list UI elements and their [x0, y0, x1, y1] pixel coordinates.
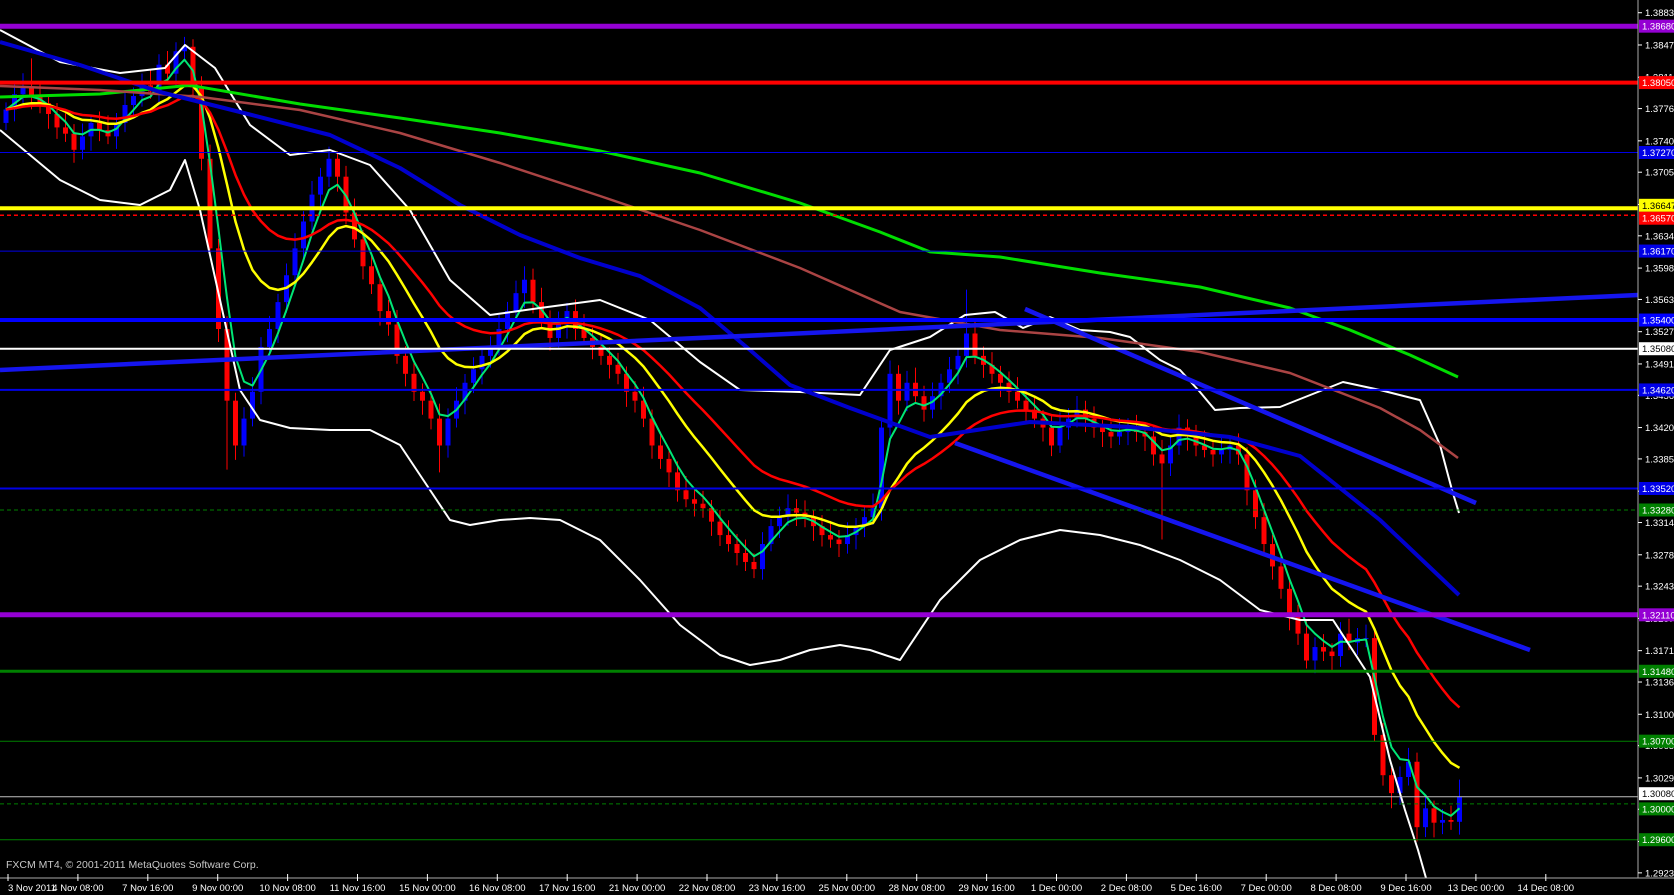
svg-text:1.31000: 1.31000: [1645, 710, 1674, 721]
svg-text:5 Dec 16:00: 5 Dec 16:00: [1171, 883, 1222, 894]
svg-text:3 Nov 2011: 3 Nov 2011: [8, 883, 56, 894]
svg-text:22 Nov 08:00: 22 Nov 08:00: [679, 883, 736, 894]
svg-text:1.36570: 1.36570: [1642, 214, 1674, 225]
svg-text:7 Nov 16:00: 7 Nov 16:00: [122, 883, 173, 894]
svg-text:1.34200: 1.34200: [1645, 423, 1674, 434]
svg-text:1.33140: 1.33140: [1645, 518, 1674, 529]
svg-text:1.29230: 1.29230: [1645, 868, 1674, 879]
svg-text:1.33280: 1.33280: [1642, 505, 1674, 516]
svg-text:1.36647: 1.36647: [1642, 201, 1674, 212]
svg-text:29 Nov 16:00: 29 Nov 16:00: [958, 883, 1015, 894]
svg-text:28 Nov 08:00: 28 Nov 08:00: [888, 883, 945, 894]
svg-text:1.31710: 1.31710: [1645, 646, 1674, 657]
svg-text:1.37760: 1.37760: [1645, 104, 1674, 115]
svg-text:1.32780: 1.32780: [1645, 550, 1674, 561]
svg-text:1.34910: 1.34910: [1645, 359, 1674, 370]
svg-text:21 Nov 00:00: 21 Nov 00:00: [609, 883, 666, 894]
svg-text:17 Nov 16:00: 17 Nov 16:00: [539, 883, 596, 894]
svg-text:1.30290: 1.30290: [1645, 773, 1674, 784]
svg-text:1.38050: 1.38050: [1642, 78, 1674, 89]
svg-text:1.32430: 1.32430: [1645, 582, 1674, 593]
price-chart[interactable]: 1.388301.384701.381101.377601.374001.370…: [0, 0, 1674, 895]
svg-text:1.29600: 1.29600: [1642, 835, 1674, 846]
svg-text:1.30080: 1.30080: [1642, 789, 1674, 800]
svg-text:1.35630: 1.35630: [1645, 295, 1674, 306]
svg-text:1.33520: 1.33520: [1642, 484, 1674, 495]
svg-text:9 Dec 16:00: 9 Dec 16:00: [1380, 883, 1431, 894]
svg-text:4 Nov 08:00: 4 Nov 08:00: [52, 883, 103, 894]
svg-text:1.34620: 1.34620: [1642, 385, 1674, 396]
svg-text:1.37400: 1.37400: [1645, 136, 1674, 147]
svg-text:13 Dec 00:00: 13 Dec 00:00: [1448, 883, 1505, 894]
svg-text:14 Dec 08:00: 14 Dec 08:00: [1518, 883, 1575, 894]
copyright-text: FXCM MT4, © 2001-2011 MetaQuotes Softwar…: [6, 859, 259, 871]
svg-text:8 Dec 08:00: 8 Dec 08:00: [1310, 883, 1361, 894]
mt4-chart-window: 1.388301.384701.381101.377601.374001.370…: [0, 0, 1674, 895]
svg-text:1.38830: 1.38830: [1645, 8, 1674, 19]
svg-text:1.35270: 1.35270: [1645, 327, 1674, 338]
svg-text:1.35080: 1.35080: [1642, 344, 1674, 355]
svg-text:9 Nov 00:00: 9 Nov 00:00: [192, 883, 243, 894]
svg-text:1.31480: 1.31480: [1642, 667, 1674, 678]
svg-text:15 Nov 00:00: 15 Nov 00:00: [399, 883, 456, 894]
svg-text:1.30700: 1.30700: [1642, 737, 1674, 748]
svg-text:10 Nov 08:00: 10 Nov 08:00: [259, 883, 316, 894]
svg-text:7 Dec 00:00: 7 Dec 00:00: [1241, 883, 1292, 894]
svg-text:1.36340: 1.36340: [1645, 231, 1674, 242]
svg-text:25 Nov 00:00: 25 Nov 00:00: [819, 883, 876, 894]
svg-text:1.35980: 1.35980: [1645, 264, 1674, 275]
svg-text:1.37050: 1.37050: [1645, 168, 1674, 179]
svg-text:1.36170: 1.36170: [1642, 247, 1674, 258]
svg-text:1 Dec 00:00: 1 Dec 00:00: [1031, 883, 1082, 894]
svg-text:1.37270: 1.37270: [1642, 148, 1674, 159]
svg-text:16 Nov 08:00: 16 Nov 08:00: [469, 883, 526, 894]
svg-text:1.31360: 1.31360: [1645, 678, 1674, 689]
svg-text:1.30000: 1.30000: [1642, 804, 1674, 815]
svg-text:1.33850: 1.33850: [1645, 454, 1674, 465]
svg-text:11 Nov 16:00: 11 Nov 16:00: [330, 883, 386, 894]
svg-text:23 Nov 16:00: 23 Nov 16:00: [749, 883, 806, 894]
svg-text:1.38680: 1.38680: [1642, 22, 1674, 33]
svg-text:2 Dec 08:00: 2 Dec 08:00: [1101, 883, 1152, 894]
chart-background: [0, 0, 1674, 895]
svg-text:1.32110: 1.32110: [1642, 610, 1674, 621]
svg-text:1.38470: 1.38470: [1645, 40, 1674, 51]
svg-text:1.35400: 1.35400: [1642, 316, 1674, 327]
